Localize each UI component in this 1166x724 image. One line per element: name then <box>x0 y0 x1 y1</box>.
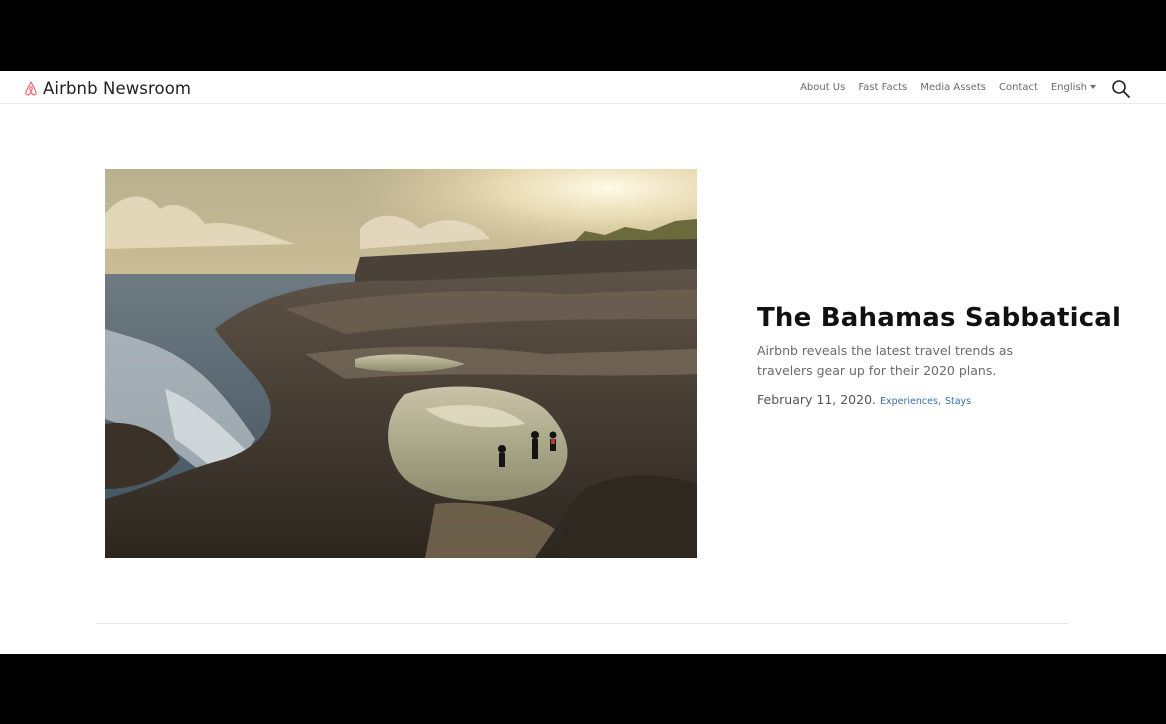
brand-name: Airbnb Newsroom <box>43 78 192 98</box>
story-title[interactable]: The Bahamas Sabbatical <box>757 303 1121 333</box>
search-icon[interactable] <box>1111 79 1131 99</box>
nav-contact[interactable]: Contact <box>999 82 1038 93</box>
top-navbar: Airbnb Newsroom About Us Fast Facts Medi… <box>0 71 1166 104</box>
caret-down-icon <box>1090 84 1096 89</box>
brand-link[interactable]: Airbnb Newsroom <box>24 77 191 99</box>
tag-separator: , <box>937 396 941 407</box>
section-divider <box>96 623 1069 624</box>
page: Airbnb Newsroom About Us Fast Facts Medi… <box>0 71 1166 654</box>
featured-image[interactable] <box>105 169 697 558</box>
tag-stays[interactable]: Stays <box>945 396 971 407</box>
bahamas-coast-photo <box>105 169 697 558</box>
tag-experiences[interactable]: Experiences <box>880 396 938 407</box>
story-meta: February 11, 2020. Experiences, Stays <box>757 392 1077 407</box>
nav-about-us[interactable]: About Us <box>800 82 845 93</box>
letterbox-bottom <box>0 654 1166 724</box>
story-date: February 11, 2020. <box>757 392 877 407</box>
featured-story: The Bahamas Sabbatical Airbnb reveals th… <box>757 303 1121 407</box>
language-label: English <box>1050 82 1087 93</box>
airbnb-belo-icon <box>25 81 37 96</box>
nav-media-assets[interactable]: Media Assets <box>920 82 986 93</box>
nav-links: About Us Fast Facts Media Assets Contact… <box>787 71 1096 104</box>
nav-fast-facts[interactable]: Fast Facts <box>858 82 907 93</box>
letterbox-top <box>0 0 1166 71</box>
language-dropdown[interactable]: English <box>1051 82 1096 93</box>
story-subtitle: Airbnb reveals the latest travel trends … <box>757 343 1013 378</box>
